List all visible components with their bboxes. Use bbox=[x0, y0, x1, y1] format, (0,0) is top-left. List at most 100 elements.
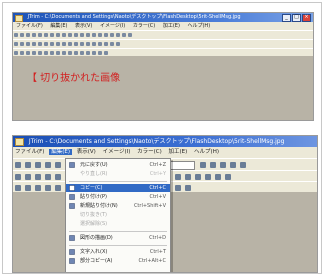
wave-icon[interactable] bbox=[110, 42, 114, 46]
menu-file[interactable]: ファイル(F) bbox=[16, 23, 43, 29]
draw-icon[interactable] bbox=[74, 42, 78, 46]
menu-process[interactable]: 加工(E) bbox=[167, 149, 190, 155]
tool-b-icon[interactable] bbox=[25, 174, 31, 180]
tool-i-icon[interactable] bbox=[62, 51, 66, 55]
cut-icon[interactable] bbox=[38, 33, 42, 37]
edit-menu-item[interactable]: 図形の描画(D) Ctrl+D bbox=[66, 234, 170, 242]
tool-e-icon[interactable] bbox=[38, 51, 42, 55]
tool-g-icon[interactable] bbox=[50, 51, 54, 55]
hand-icon[interactable] bbox=[175, 185, 181, 191]
tool-l-icon[interactable] bbox=[80, 51, 84, 55]
maximize-button[interactable]: □ bbox=[292, 14, 301, 22]
sharpen-icon[interactable] bbox=[38, 42, 42, 46]
tool-c-icon[interactable] bbox=[26, 51, 30, 55]
noise-icon[interactable] bbox=[56, 42, 60, 46]
brightness-icon[interactable] bbox=[110, 33, 114, 37]
edit-menu-item[interactable]: 新規貼り付け(N) Ctrl+Shift+V bbox=[66, 202, 170, 210]
rotate-icon[interactable] bbox=[86, 33, 90, 37]
save-icon[interactable] bbox=[26, 33, 30, 37]
frame-icon[interactable] bbox=[62, 42, 66, 46]
copy-icon[interactable] bbox=[44, 33, 48, 37]
shape-icon[interactable] bbox=[55, 185, 61, 191]
fit-icon[interactable] bbox=[80, 33, 84, 37]
mosaic-icon[interactable] bbox=[44, 42, 48, 46]
tool-a-icon[interactable] bbox=[15, 174, 21, 180]
select-icon[interactable] bbox=[80, 42, 84, 46]
menu-view[interactable]: 表示(V) bbox=[75, 149, 98, 155]
shadow-icon[interactable] bbox=[92, 42, 96, 46]
menu-color[interactable]: カラー(C) bbox=[135, 149, 164, 155]
menu-help[interactable]: ヘルプ(H) bbox=[187, 23, 210, 29]
menu-process[interactable]: 加工(E) bbox=[163, 23, 180, 29]
resize-icon[interactable] bbox=[98, 33, 102, 37]
zoom-in-icon[interactable] bbox=[68, 33, 72, 37]
flip-icon[interactable] bbox=[92, 33, 96, 37]
tool-u-icon[interactable] bbox=[215, 174, 221, 180]
tool-y-icon[interactable] bbox=[35, 185, 41, 191]
blur-icon[interactable] bbox=[32, 42, 36, 46]
tool-m-icon[interactable] bbox=[86, 51, 90, 55]
color-icon[interactable] bbox=[128, 33, 132, 37]
contrast-icon[interactable] bbox=[116, 33, 120, 37]
tool-d-icon[interactable] bbox=[32, 51, 36, 55]
crop-icon[interactable] bbox=[104, 33, 108, 37]
sepia-icon[interactable] bbox=[20, 42, 24, 46]
tool-q-icon[interactable] bbox=[175, 174, 181, 180]
tile-icon[interactable] bbox=[104, 42, 108, 46]
gamma-icon[interactable] bbox=[122, 33, 126, 37]
tool-n-icon[interactable] bbox=[92, 51, 96, 55]
tool-k-icon[interactable] bbox=[74, 51, 78, 55]
tool-x-icon[interactable] bbox=[25, 185, 31, 191]
tool-f-icon[interactable] bbox=[44, 51, 48, 55]
tool-v-icon[interactable] bbox=[225, 174, 231, 180]
edit-menu-item[interactable]: 元に戻す(U) Ctrl+Z bbox=[66, 161, 170, 169]
menu-edit[interactable]: 編集(E) bbox=[50, 23, 67, 29]
tool-o-icon[interactable] bbox=[98, 51, 102, 55]
edit-menu-item[interactable]: 部分コピー(A) Ctrl+Alt+C bbox=[66, 257, 170, 265]
grid-icon[interactable] bbox=[200, 162, 206, 168]
tool-r-icon[interactable] bbox=[185, 174, 191, 180]
print-icon[interactable] bbox=[45, 162, 51, 168]
save-icon[interactable] bbox=[35, 162, 41, 168]
tool-p-icon[interactable] bbox=[104, 51, 108, 55]
menu-image[interactable]: イメージ(I) bbox=[101, 149, 133, 155]
print-icon[interactable] bbox=[32, 33, 36, 37]
tool-s-icon[interactable] bbox=[195, 174, 201, 180]
menu-help[interactable]: ヘルプ(H) bbox=[192, 149, 221, 155]
open-icon[interactable] bbox=[25, 162, 31, 168]
tool-j-icon[interactable] bbox=[68, 51, 72, 55]
menu-file[interactable]: ファイル(F) bbox=[13, 149, 46, 155]
menu-image[interactable]: イメージ(I) bbox=[100, 23, 125, 29]
tool-b-icon[interactable] bbox=[20, 51, 24, 55]
emboss-icon[interactable] bbox=[50, 42, 54, 46]
menu-color[interactable]: カラー(C) bbox=[133, 23, 155, 29]
pin-icon[interactable] bbox=[185, 185, 191, 191]
edit-menu-item[interactable]: コピー(C) Ctrl+C bbox=[66, 184, 170, 192]
menu-edit[interactable]: 編集(E) bbox=[49, 149, 72, 155]
list-icon[interactable] bbox=[220, 162, 226, 168]
cut-icon[interactable] bbox=[55, 162, 61, 168]
tool-z-icon[interactable] bbox=[45, 185, 51, 191]
paste-icon[interactable] bbox=[50, 33, 54, 37]
help-icon[interactable] bbox=[240, 162, 246, 168]
tool-e-icon[interactable] bbox=[55, 174, 61, 180]
tool-t-icon[interactable] bbox=[205, 174, 211, 180]
edit-menu-item[interactable]: 切り抜き(T) bbox=[66, 211, 170, 219]
close-button[interactable]: × bbox=[302, 14, 311, 22]
tool-a-icon[interactable] bbox=[14, 51, 18, 55]
undo-icon[interactable] bbox=[56, 33, 60, 37]
settings-icon[interactable] bbox=[230, 162, 236, 168]
minimize-button[interactable]: _ bbox=[282, 14, 291, 22]
tool-d-icon[interactable] bbox=[45, 174, 51, 180]
edit-menu-item[interactable]: やり直し(R) Ctrl+Y bbox=[66, 170, 170, 178]
text-icon[interactable] bbox=[68, 42, 72, 46]
trim-icon[interactable] bbox=[86, 42, 90, 46]
edit-menu-item[interactable]: 選択解除(S) bbox=[66, 220, 170, 228]
grayscale-icon[interactable] bbox=[14, 42, 18, 46]
open-icon[interactable] bbox=[20, 33, 24, 37]
redo-icon[interactable] bbox=[62, 33, 66, 37]
edit-menu-item[interactable]: 文字入れ(X) Ctrl+T bbox=[66, 248, 170, 256]
info-icon[interactable] bbox=[210, 162, 216, 168]
new-icon[interactable] bbox=[14, 33, 18, 37]
tool-w-icon[interactable] bbox=[15, 185, 21, 191]
